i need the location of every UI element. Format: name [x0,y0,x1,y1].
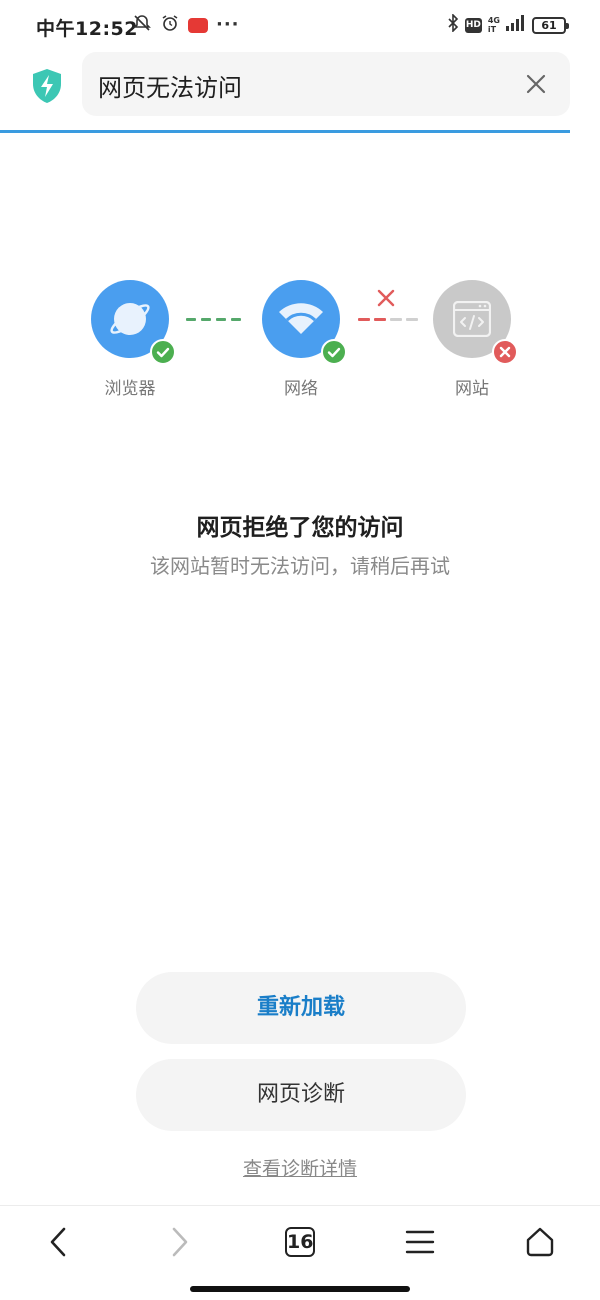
error-icon [492,339,518,365]
home-icon[interactable] [520,1224,560,1260]
url-field[interactable]: 网页无法访问 [82,52,570,116]
diag-node-website: 网站 [432,280,518,399]
diag-node-label: 网络 [284,379,318,399]
network-type-icon: 4G iT [487,16,500,34]
connection-diagnostics: 浏览器 网络 网站 [0,280,600,410]
notifications-muted-icon [132,13,152,37]
diag-node-label: 浏览器 [104,379,156,399]
load-progress-bar [0,130,570,133]
tabs-button[interactable]: 16 [280,1224,320,1260]
forward-icon[interactable] [160,1224,200,1260]
connection-ok-line [186,318,241,322]
security-shield-icon[interactable] [30,68,64,104]
connection-failed-line [358,318,418,322]
tab-count: 16 [285,1227,315,1257]
battery-icon: 61 [532,16,569,34]
app-notification-icon [188,17,208,33]
back-icon[interactable] [38,1224,78,1260]
signal-icon [506,15,526,35]
address-bar: 网页无法访问 [0,52,600,132]
page-title: 网页无法访问 [98,74,242,102]
bluetooth-icon [447,13,459,36]
home-indicator[interactable] [190,1286,410,1292]
status-bar: 中午12:52 ··· HD 4G iT 61 [0,0,600,52]
status-time: 中午12:52 [36,18,138,40]
diagnose-button[interactable]: 网页诊断 [136,1059,466,1131]
code-window-icon [452,300,492,341]
error-subtitle: 该网站暂时无法访问，请稍后再试 [150,554,450,578]
bottom-nav: 16 [0,1205,600,1277]
diag-node-browser: 浏览器 [90,280,176,399]
hd-icon: HD [464,17,482,33]
check-icon [321,339,347,365]
diag-node-network: 网络 [261,280,347,399]
error-title: 网页拒绝了您的访问 [196,515,404,541]
browser-icon [108,297,152,345]
close-icon[interactable] [524,72,548,96]
diag-node-label: 网站 [455,379,489,399]
diagnosis-details-link[interactable]: 查看诊断详情 [0,1154,600,1181]
check-icon [150,339,176,365]
wifi-icon [277,302,325,340]
alarm-icon [160,13,180,37]
connection-failed-icon [376,288,396,312]
menu-icon[interactable] [400,1224,440,1260]
more-notifications-icon: ··· [216,14,240,35]
reload-button[interactable]: 重新加载 [136,972,466,1044]
